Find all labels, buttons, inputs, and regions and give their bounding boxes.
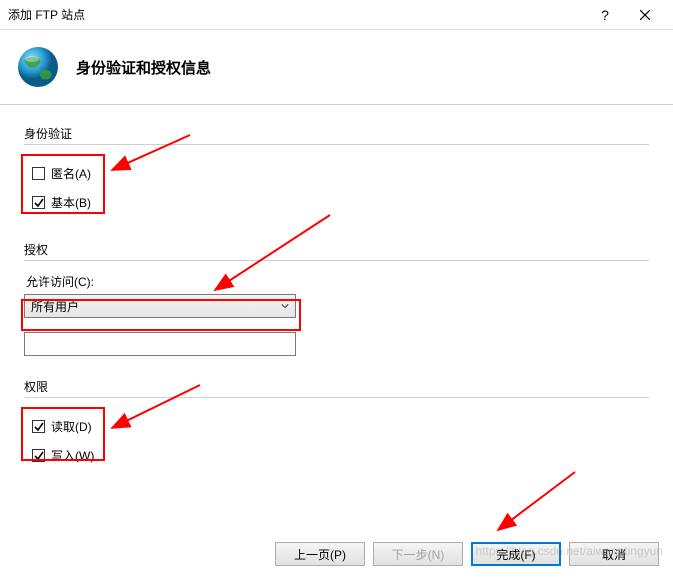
- page-title: 身份验证和授权信息: [76, 57, 211, 78]
- chevron-down-icon: [281, 302, 289, 310]
- watermark-text: https://blog.csdn.net/aiwangtingyun: [476, 544, 663, 558]
- read-checkbox[interactable]: [32, 420, 45, 433]
- basic-checkbox[interactable]: [32, 196, 45, 209]
- authentication-section: 身份验证 匿名(A) 基本(B): [24, 125, 649, 219]
- read-label: 读取(D): [51, 418, 92, 435]
- authorization-textfield[interactable]: [24, 332, 296, 356]
- permissions-title: 权限: [24, 378, 649, 398]
- close-button[interactable]: [625, 1, 665, 29]
- help-button[interactable]: ?: [585, 1, 625, 29]
- window-title: 添加 FTP 站点: [8, 6, 585, 23]
- wizard-content: 身份验证 匿名(A) 基本(B) 授权 允许访问(C): 所有用户 权限: [0, 105, 673, 515]
- dropdown-value: 所有用户: [31, 298, 281, 315]
- anonymous-checkbox[interactable]: [32, 167, 45, 180]
- anonymous-checkbox-row[interactable]: 匿名(A): [30, 161, 93, 186]
- allow-access-label: 允许访问(C):: [26, 273, 649, 290]
- authentication-title: 身份验证: [24, 125, 649, 145]
- titlebar: 添加 FTP 站点 ?: [0, 0, 673, 30]
- permissions-group: 读取(D) 写入(W): [24, 410, 102, 472]
- write-checkbox[interactable]: [32, 449, 45, 462]
- authorization-title: 授权: [24, 241, 649, 261]
- globe-icon: [16, 45, 60, 89]
- basic-checkbox-row[interactable]: 基本(B): [30, 190, 93, 215]
- allow-access-dropdown[interactable]: 所有用户: [24, 294, 296, 318]
- next-button: 下一步(N): [373, 542, 463, 566]
- write-checkbox-row[interactable]: 写入(W): [30, 443, 96, 468]
- anonymous-label: 匿名(A): [51, 165, 91, 182]
- write-label: 写入(W): [51, 447, 94, 464]
- authentication-group: 匿名(A) 基本(B): [24, 157, 99, 219]
- close-icon: [640, 10, 650, 20]
- check-icon: [34, 198, 44, 208]
- check-icon: [34, 451, 44, 461]
- permissions-section: 权限 读取(D) 写入(W): [24, 378, 649, 472]
- basic-label: 基本(B): [51, 194, 91, 211]
- wizard-header: 身份验证和授权信息: [0, 30, 673, 105]
- previous-button[interactable]: 上一页(P): [275, 542, 365, 566]
- read-checkbox-row[interactable]: 读取(D): [30, 414, 96, 439]
- authorization-section: 授权 允许访问(C): 所有用户: [24, 241, 649, 356]
- check-icon: [34, 422, 44, 432]
